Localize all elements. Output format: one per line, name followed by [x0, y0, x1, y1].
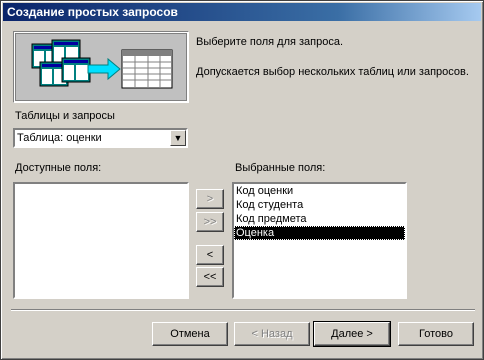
source-label: Таблицы и запросы: [15, 110, 115, 122]
remove-field-button[interactable]: <: [196, 245, 224, 265]
selected-fields-label: Выбранные поля:: [235, 162, 326, 174]
chevron-down-icon[interactable]: ▼: [170, 130, 186, 146]
footer-divider: [11, 309, 475, 311]
selected-fields-list[interactable]: Код оценки Код студента Код предмета Оце…: [232, 182, 407, 299]
wizard-illustration: [13, 31, 189, 103]
back-button[interactable]: < Назад: [234, 322, 310, 346]
finish-button[interactable]: Готово: [398, 322, 474, 346]
list-item-selected[interactable]: Оценка: [234, 226, 405, 240]
info-text-1: Выберите поля для запроса.: [196, 36, 344, 48]
list-item[interactable]: Код оценки: [234, 184, 405, 198]
source-select-value: Таблица: оценки: [17, 132, 102, 144]
next-button[interactable]: Далее >: [313, 321, 391, 347]
list-item[interactable]: Код студента: [234, 198, 405, 212]
window-title: Создание простых запросов: [7, 5, 178, 19]
add-all-fields-button[interactable]: >>: [196, 212, 224, 232]
cancel-button[interactable]: Отмена: [152, 322, 228, 346]
remove-all-fields-button[interactable]: <<: [196, 267, 224, 287]
add-field-button[interactable]: >: [196, 189, 224, 209]
available-fields-label: Доступные поля:: [15, 162, 102, 174]
available-fields-list[interactable]: [13, 182, 189, 299]
list-item[interactable]: Код предмета: [234, 212, 405, 226]
info-text-2: Допускается выбор нескольких таблиц или …: [196, 66, 469, 78]
source-select[interactable]: Таблица: оценки ▼: [13, 128, 188, 148]
title-bar: Создание простых запросов: [3, 3, 481, 21]
wizard-window: Создание простых запросов Выберите поля …: [0, 0, 484, 360]
tables-to-query-icon: [31, 39, 173, 89]
